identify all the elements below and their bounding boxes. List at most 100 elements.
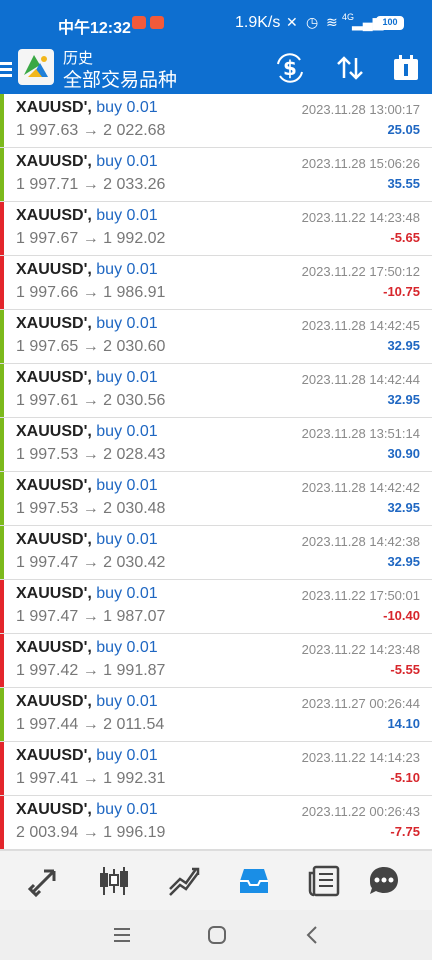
trade-time: 2023.11.28 14:42:38	[301, 534, 420, 549]
home-icon[interactable]	[205, 923, 229, 947]
trade-profit: -10.75	[383, 284, 420, 299]
trade-symbol-line: XAUUSD', buy 0.01	[16, 585, 158, 603]
trade-direction-bar	[0, 364, 4, 417]
trade-row[interactable]: XAUUSD', buy 0.01 2 003.94 → 1 996.19 2023…	[0, 796, 432, 850]
trade-time: 2023.11.22 14:23:48	[301, 210, 420, 225]
back-icon[interactable]	[300, 923, 324, 947]
trade-symbol: XAUUSD',	[16, 585, 92, 602]
chart-candles-icon[interactable]	[96, 863, 132, 899]
trade-symbol: XAUUSD',	[16, 207, 92, 224]
trade-symbol-line: XAUUSD', buy 0.01	[16, 747, 158, 765]
quotes-icon[interactable]	[26, 863, 62, 899]
trade-prices: 1 997.61 → 2 030.56	[16, 392, 166, 409]
trade-profit: -5.65	[390, 230, 420, 245]
calendar-period-icon[interactable]	[390, 52, 422, 84]
history-inbox-icon[interactable]	[236, 863, 272, 899]
trade-direction-bar	[0, 472, 4, 525]
chat-icon[interactable]	[366, 863, 402, 899]
trade-profit: -10.40	[383, 608, 420, 623]
trade-symbol: XAUUSD',	[16, 477, 92, 494]
trade-side: buy 0.01	[96, 207, 158, 224]
trade-direction-bar	[0, 796, 4, 849]
trade-time: 2023.11.28 15:06:26	[301, 156, 420, 171]
trade-row[interactable]: XAUUSD', buy 0.01 1 997.44 → 2 011.54 2023…	[0, 688, 432, 742]
trade-row[interactable]: XAUUSD', buy 0.01 1 997.71 → 2 033.26 2023…	[0, 148, 432, 202]
trade-prices: 1 997.67 → 1 992.02	[16, 230, 166, 247]
trade-side: buy 0.01	[96, 423, 158, 440]
trade-symbol: XAUUSD',	[16, 99, 92, 116]
trade-time: 2023.11.22 14:23:48	[301, 642, 420, 657]
trade-side: buy 0.01	[96, 585, 158, 602]
trade-row[interactable]: XAUUSD', buy 0.01 1 997.42 → 1 991.87 2023…	[0, 634, 432, 688]
trade-row[interactable]: XAUUSD', buy 0.01 1 997.53 → 2 030.48 2023…	[0, 472, 432, 526]
trade-symbol-line: XAUUSD', buy 0.01	[16, 639, 158, 657]
trade-prices: 1 997.53 → 2 030.48	[16, 500, 166, 517]
trade-direction-bar	[0, 742, 4, 795]
trade-side: buy 0.01	[96, 369, 158, 386]
trade-time: 2023.11.22 17:50:01	[301, 588, 420, 603]
battery-icon: 100	[376, 16, 404, 30]
trade-symbol-line: XAUUSD', buy 0.01	[16, 801, 158, 819]
alarm-icon: ◷	[306, 14, 319, 30]
trade-row[interactable]: XAUUSD', buy 0.01 1 997.66 → 1 986.91 2023…	[0, 256, 432, 310]
trade-symbol: XAUUSD',	[16, 153, 92, 170]
trade-profit: 32.95	[387, 392, 420, 407]
trade-row[interactable]: XAUUSD', buy 0.01 1 997.41 → 1 992.31 2023…	[0, 742, 432, 796]
trade-row[interactable]: XAUUSD', buy 0.01 1 997.65 → 2 030.60 2023…	[0, 310, 432, 364]
trade-prices: 1 997.65 → 2 030.60	[16, 338, 166, 355]
trade-direction-bar	[0, 526, 4, 579]
trade-time: 2023.11.28 14:42:45	[301, 318, 420, 333]
trade-time: 2023.11.28 13:51:14	[301, 426, 420, 441]
trade-symbol: XAUUSD',	[16, 747, 92, 764]
trade-profit: 35.55	[387, 176, 420, 191]
trade-prices: 1 997.47 → 1 987.07	[16, 608, 166, 625]
trade-row[interactable]: XAUUSD', buy 0.01 1 997.63 → 2 022.68 2023…	[0, 94, 432, 148]
trade-history-list[interactable]: XAUUSD', buy 0.01 1 997.63 → 2 022.68 2023…	[0, 94, 432, 850]
trade-prices: 1 997.47 → 2 030.42	[16, 554, 166, 571]
trade-symbol: XAUUSD',	[16, 315, 92, 332]
trade-row[interactable]: XAUUSD', buy 0.01 1 997.67 → 1 992.02 2023…	[0, 202, 432, 256]
trade-symbol-line: XAUUSD', buy 0.01	[16, 477, 158, 495]
trade-symbol-line: XAUUSD', buy 0.01	[16, 207, 158, 225]
app-logo-icon[interactable]	[18, 49, 54, 85]
trade-side: buy 0.01	[96, 153, 158, 170]
trade-side: buy 0.01	[96, 747, 158, 764]
trade-profit: -5.55	[390, 662, 420, 677]
currency-filter-icon[interactable]: $	[274, 52, 306, 84]
trade-symbol-line: XAUUSD', buy 0.01	[16, 261, 158, 279]
sort-icon[interactable]	[334, 52, 366, 84]
trade-side: buy 0.01	[96, 315, 158, 332]
trade-prices: 1 997.66 → 1 986.91	[16, 284, 166, 301]
trade-profit: 14.10	[387, 716, 420, 731]
bottom-nav	[0, 850, 432, 910]
recent-apps-icon[interactable]	[110, 923, 134, 947]
trade-profit: 32.95	[387, 500, 420, 515]
notification-video-icon	[150, 16, 164, 29]
trade-direction-bar	[0, 688, 4, 741]
trade-direction-bar	[0, 580, 4, 633]
wifi-icon: ≋	[326, 14, 338, 30]
trade-prices: 1 997.63 → 2 022.68	[16, 122, 166, 139]
trade-icon[interactable]	[166, 863, 202, 899]
trade-row[interactable]: XAUUSD', buy 0.01 1 997.61 → 2 030.56 2023…	[0, 364, 432, 418]
trade-row[interactable]: XAUUSD', buy 0.01 1 997.53 → 2 028.43 2023…	[0, 418, 432, 472]
menu-icon[interactable]	[0, 56, 14, 82]
news-icon[interactable]	[306, 863, 342, 899]
trade-direction-bar	[0, 94, 4, 147]
symbol-filter[interactable]: 全部交易品种	[63, 65, 177, 92]
trade-time: 2023.11.28 14:42:44	[301, 372, 420, 387]
trade-time: 2023.11.28 14:42:42	[301, 480, 420, 495]
system-nav-bar	[0, 910, 432, 960]
trade-side: buy 0.01	[96, 639, 158, 656]
trade-row[interactable]: XAUUSD', buy 0.01 1 997.47 → 1 987.07 2023…	[0, 580, 432, 634]
trade-symbol: XAUUSD',	[16, 639, 92, 656]
trade-symbol: XAUUSD',	[16, 531, 92, 548]
trade-symbol-line: XAUUSD', buy 0.01	[16, 369, 158, 387]
trade-symbol-line: XAUUSD', buy 0.01	[16, 531, 158, 549]
trade-prices: 1 997.53 → 2 028.43	[16, 446, 166, 463]
trade-time: 2023.11.27 00:26:44	[301, 696, 420, 711]
svg-text:$: $	[283, 56, 297, 80]
trade-row[interactable]: XAUUSD', buy 0.01 1 997.47 → 2 030.42 2023…	[0, 526, 432, 580]
app-toolbar: 历史 全部交易品种 $	[0, 46, 432, 94]
trade-symbol-line: XAUUSD', buy 0.01	[16, 693, 158, 711]
